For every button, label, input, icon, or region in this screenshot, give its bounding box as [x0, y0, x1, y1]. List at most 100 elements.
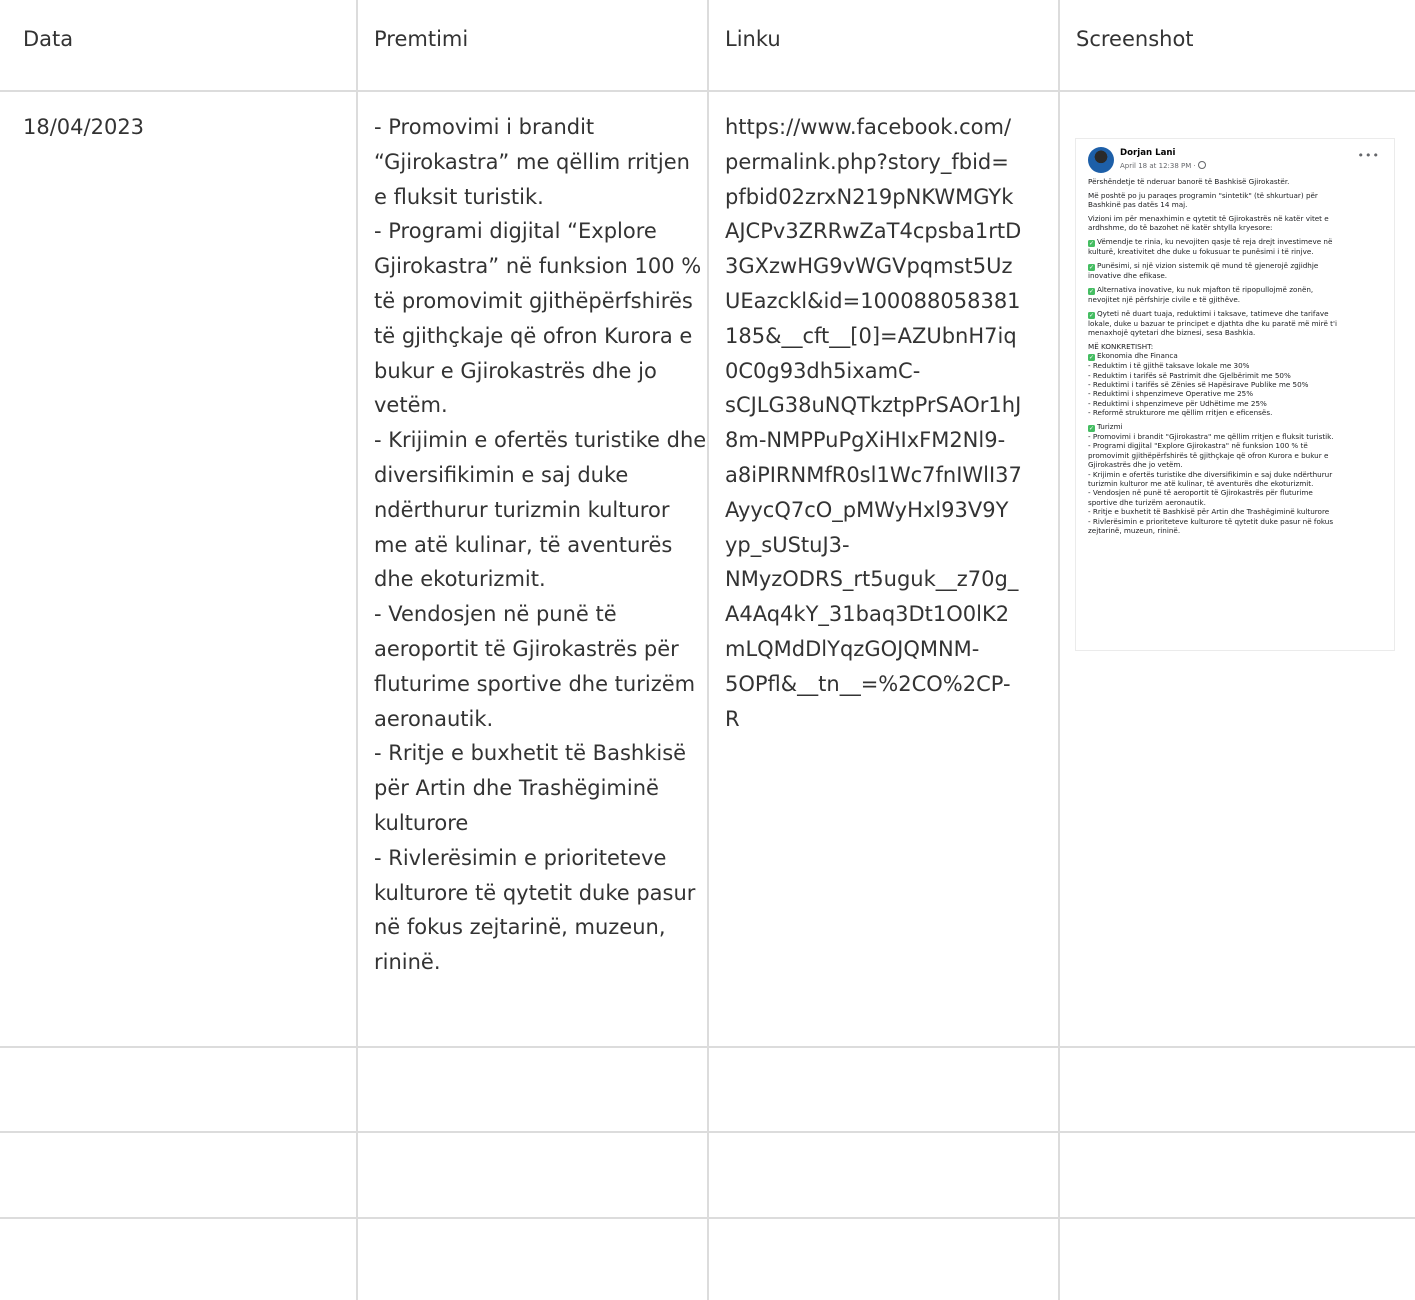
promise-item: - Krijimin e ofertës turistike dhe diver…	[374, 428, 707, 592]
row-divider	[0, 1131, 1415, 1133]
post-line: menaxhojë qytetari dhe biznesi, sesa Bas…	[1088, 328, 1256, 337]
post-paragraph: ✓ Punësimi, si një vizion sistemik që mun…	[1088, 261, 1384, 280]
check-icon: ✓	[1088, 354, 1095, 362]
post-text: Turizmi	[1097, 422, 1123, 432]
facebook-post-screenshot: Dorjan Lani April 18 at 12:38 PM · ••• P…	[1076, 139, 1394, 650]
post-line: ✓ Alternativa inovative, ku nuk mjafton t…	[1088, 285, 1384, 295]
post-paragraph: ✓ Vëmendje te rinia, ku nevojiten qasje t…	[1088, 237, 1384, 256]
header-link: Linku	[725, 27, 781, 51]
post-text: Punësimi, si një vizion sistemik që mund…	[1097, 261, 1319, 270]
header-date: Data	[23, 27, 74, 51]
row-divider	[0, 90, 1415, 92]
post-line: Më poshtë po ju paraqes programin "sinte…	[1088, 190, 1318, 200]
post-line: kulturë, kreativitet dhe duke u fokusuar…	[1088, 247, 1314, 257]
post-text: Alternativa inovative, ku nuk mjafton të…	[1097, 284, 1314, 294]
link-line[interactable]: AJCPv3ZRRwZaT4cpsba1rtD	[725, 214, 1055, 249]
link-line[interactable]: 0C0g93dh5ixamC-	[725, 354, 1055, 389]
post-line: ✓ Qyteti në duart tuaja, reduktimi i taks…	[1088, 309, 1384, 319]
post-line: Gjirokastrës dhe jo vetëm.	[1088, 460, 1183, 470]
promise-item: - Vendosjen në punë të aeroportit të Gji…	[374, 602, 696, 731]
post-line: - Reduktimi i shpenzimeve për Udhëtime m…	[1088, 398, 1267, 408]
link-line[interactable]: yp_sUStuJ3-	[725, 528, 1055, 563]
post-line: - Promovimi i brandit "Gjirokastra" me q…	[1088, 432, 1334, 442]
link-line[interactable]: pfbid02zrxN219pNKWMGYk	[725, 180, 1055, 215]
post-body: Përshëndetje të nderuar banorë të Bashki…	[1088, 177, 1384, 536]
post-header: Dorjan Lani April 18 at 12:38 PM · •••	[1088, 147, 1384, 175]
post-line: turizmin kulturor me atë kulinar, të ave…	[1088, 479, 1314, 489]
link-line[interactable]: permalink.php?story_fbid=	[725, 145, 1055, 180]
post-line: zejtarinë, muzeun, rininë.	[1088, 526, 1181, 536]
globe-icon	[1197, 161, 1206, 169]
link-line[interactable]: A4Aq4kY_31baq3Dt1O0lK2	[725, 597, 1055, 632]
header-screenshot: Screenshot	[1076, 27, 1194, 51]
link-line[interactable]: mLQMdDlYqzGOJQMNM-	[725, 632, 1055, 667]
post-paragraph: Vizioni im për menaxhimin e qytetit të G…	[1088, 214, 1384, 233]
row-link[interactable]: https://www.facebook.com/ permalink.php?…	[725, 110, 1055, 736]
link-line[interactable]: sCJLG38uNQTkztpPrSAOr1hJ	[725, 388, 1055, 423]
post-line: - Vendosjen në punë të aeroportit të Gji…	[1088, 488, 1313, 498]
row-promise: - Promovimi i brandit “Gjirokastra” me q…	[374, 110, 708, 980]
column-divider	[356, 0, 358, 1300]
post-line: ✓ Vëmendje te rinia, ku nevojiten qasje t…	[1088, 237, 1384, 248]
post-paragraph: MË KONKRETISHT: ✓ Ekonomia dhe Financa - …	[1088, 342, 1384, 418]
post-line: - Rritje e buxhetit të Bashkisë për Arti…	[1088, 507, 1330, 517]
post-timestamp: April 18 at 12:38 PM ·	[1120, 162, 1198, 170]
post-line: - Reformë strukturore me qëllim rritjen …	[1088, 408, 1273, 418]
check-icon: ✓	[1088, 287, 1095, 295]
column-divider	[1058, 0, 1060, 1300]
promise-item: - Rritje e buxhetit të Bashkisë për Arti…	[374, 741, 687, 835]
post-paragraph: ✓ Alternativa inovative, ku nuk mjafton t…	[1088, 285, 1384, 304]
post-line: Vizioni im për menaxhimin e qytetit të G…	[1088, 214, 1329, 223]
post-author: Dorjan Lani	[1120, 148, 1176, 158]
post-paragraph: ✓ Qyteti në duart tuaja, reduktimi i taks…	[1088, 309, 1384, 338]
post-line: ✓ Turizmi	[1088, 422, 1384, 433]
avatar	[1088, 147, 1114, 173]
link-line[interactable]: 8m-NMPPuPgXiHIxFM2Nl9-	[725, 423, 1055, 458]
post-line: - Krijimin e ofertës turistike dhe diver…	[1088, 469, 1333, 479]
check-icon: ✓	[1088, 264, 1095, 271]
link-line[interactable]: 3GXzwHG9vWGVpqmst5Uz	[725, 249, 1055, 284]
post-line: inovative dhe efikase.	[1088, 271, 1168, 280]
link-line[interactable]: NMyzODRS_rt5uguk__z70g_	[725, 562, 1055, 597]
promise-item: - Programi digjital “Explore Gjirokastra…	[374, 219, 702, 418]
post-meta: April 18 at 12:38 PM ·	[1120, 161, 1206, 170]
post-line: ✓ Punësimi, si një vizion sistemik që mun…	[1088, 261, 1384, 271]
post-line: - Reduktim i tarifës së Pastrimit dhe Gj…	[1088, 370, 1291, 380]
link-line[interactable]: 185&__cft__[0]=AZUbnH7iq	[725, 319, 1055, 354]
link-line[interactable]: 5OPfl&__tn__=%2CO%2CP-	[725, 667, 1055, 702]
more-dots-icon: •••	[1357, 149, 1380, 162]
link-line[interactable]: a8iPIRNMfR0sl1Wc7fnIWlI37	[725, 458, 1055, 493]
post-line: - Reduktimi i shpenzimeve Operative me 2…	[1088, 389, 1254, 399]
link-line[interactable]: UEazckl&id=100088058381	[725, 284, 1055, 319]
row-divider	[0, 1046, 1415, 1048]
check-icon: ✓	[1088, 311, 1095, 319]
link-line[interactable]: R	[725, 702, 1055, 737]
post-paragraph: Përshëndetje të nderuar banorë të Bashki…	[1088, 177, 1290, 186]
post-line: Bashkinë pas datës 14 maj.	[1088, 200, 1188, 210]
check-icon: ✓	[1088, 240, 1095, 248]
post-line: - Programi digjital "Explore Gjirokastra…	[1088, 441, 1308, 451]
post-text: Ekonomia dhe Financa	[1097, 351, 1178, 361]
header-promise: Premtimi	[374, 27, 469, 51]
post-line: - Rivlerësimin e prioriteteve kulturore …	[1088, 516, 1334, 526]
post-line: - Reduktimi i tarifës së Zënies së Hapës…	[1088, 380, 1309, 390]
promise-item: - Rivlerësimin e prioriteteve kulturore …	[374, 845, 696, 975]
post-line: MË KONKRETISHT:	[1088, 341, 1154, 351]
post-line: sportive dhe turizëm aeronautik.	[1088, 497, 1206, 507]
post-text: Qyteti në duart tuaja, reduktimi i taksa…	[1097, 308, 1329, 318]
post-text: Vëmendje te rinia, ku nevojiten qasje të…	[1097, 237, 1333, 247]
check-icon: ✓	[1088, 425, 1095, 433]
post-line: lokale, duke u bazuar te principet e dja…	[1088, 318, 1337, 328]
post-line: promovimit gjithëpërfshirës të gjithçkaj…	[1088, 450, 1329, 460]
promise-item: - Promovimi i brandit “Gjirokastra” me q…	[374, 115, 690, 209]
post-paragraph: ✓ Turizmi - Promovimi i brandit "Gjirokas…	[1088, 422, 1384, 535]
link-line[interactable]: AyycQ7cO_pMWyHxl93V9Y	[725, 493, 1055, 528]
post-paragraph: Më poshtë po ju paraqes programin "sinte…	[1088, 191, 1384, 210]
row-divider	[0, 1217, 1415, 1219]
post-line: ✓ Ekonomia dhe Financa	[1088, 351, 1384, 362]
post-line: nevojitet një përfshirje civile e të gji…	[1088, 294, 1241, 304]
link-line[interactable]: https://www.facebook.com/	[725, 110, 1055, 145]
post-line: ardhshme, do të bazohet në katër shtylla…	[1088, 223, 1273, 233]
post-line: - Reduktim i të gjithë taksave lokale me…	[1088, 361, 1250, 371]
row-date: 18/04/2023	[23, 115, 145, 139]
